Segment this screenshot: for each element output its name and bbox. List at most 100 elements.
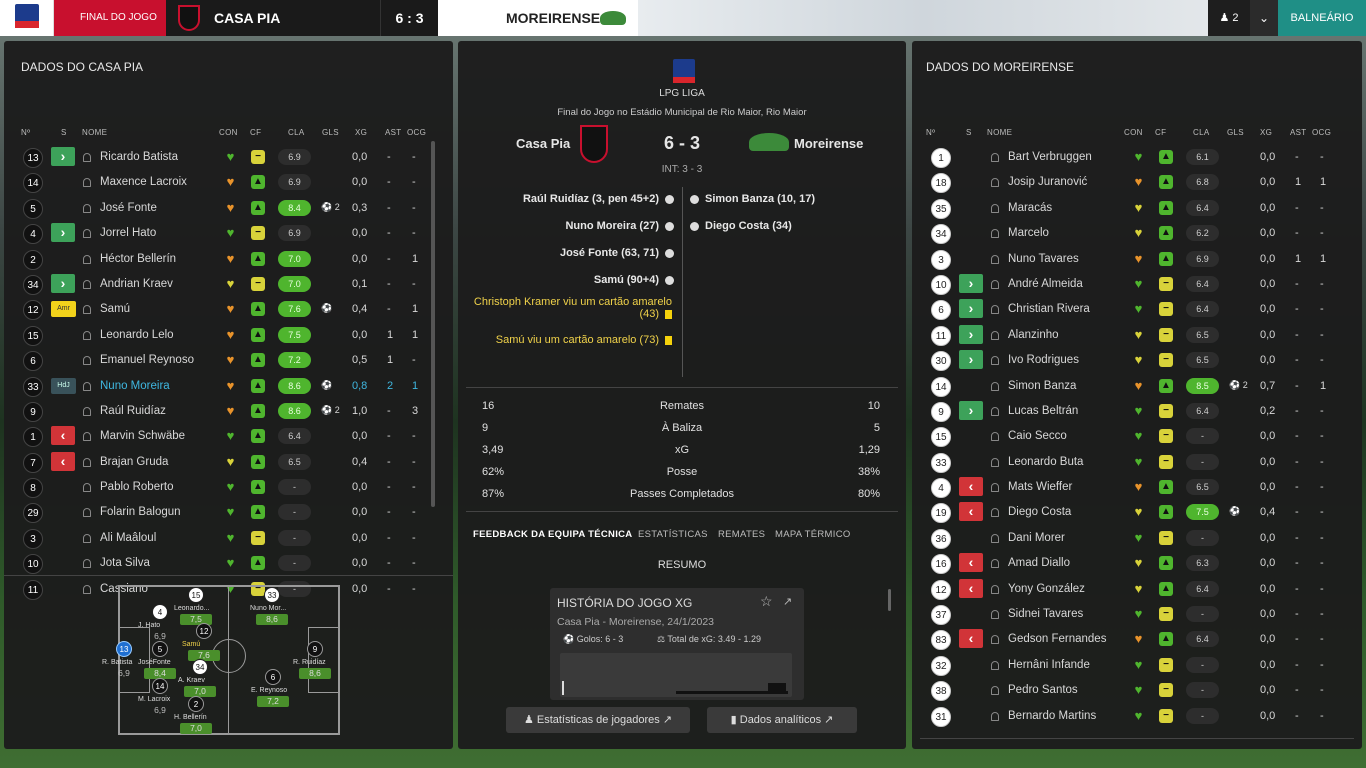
goal-scorer[interactable]: Simon Banza (10, 17) <box>705 193 815 205</box>
player-row[interactable]: 12 Amr Samú ♥ ▲ 7.6 ⚽ 0,4 - 1 <box>21 297 431 322</box>
column-header-name[interactable]: NOME <box>82 128 107 137</box>
player-row[interactable]: 31 Bernardo Martins ♥ − -0,0- - <box>929 704 1349 729</box>
player-stats-button[interactable]: ♟ Estatísticas de jogadores ↗ <box>506 707 690 733</box>
expand-icon[interactable]: ↗ <box>783 595 792 608</box>
column-header-s[interactable]: S <box>966 128 972 137</box>
player-name[interactable]: Mats Wieffer <box>1008 481 1072 493</box>
goal-scorer[interactable]: José Fonte (63, 71) <box>560 247 659 259</box>
player-name[interactable]: Marcelo <box>1008 227 1049 239</box>
player-name[interactable]: Lucas Beltrán <box>1008 405 1078 417</box>
player-row[interactable]: 4 › Jorrel Hato ♥ −6.9 0,0 - - <box>21 221 431 246</box>
balneario-button[interactable]: BALNEÁRIO <box>1278 0 1366 36</box>
formation-player-marker[interactable]: 15 <box>188 587 204 603</box>
column-header-s[interactable]: S <box>61 128 67 137</box>
player-name[interactable]: Alanzinho <box>1008 329 1059 341</box>
player-row[interactable]: 3 Nuno Tavares ♥ ▲ 6.9 0,0 1 1 <box>929 247 1349 272</box>
player-row[interactable]: 19 ‹ Diego Costa ♥ ▲ 7.5 ⚽ 0,4 - - <box>929 500 1349 525</box>
xg-story-card[interactable]: HISTÓRIA DO JOGO XG ☆ ↗ Casa Pia - Morei… <box>550 588 804 700</box>
player-name[interactable]: André Almeida <box>1008 278 1083 290</box>
player-row[interactable]: 12 ‹ Yony González ♥ ▲ 6.4 0,0 - - <box>929 577 1349 602</box>
player-row[interactable]: 4 ‹ Mats Wieffer ♥ ▲ 6.5 0,0 - - <box>929 475 1349 500</box>
column-header-gls[interactable]: GLS <box>322 128 339 137</box>
player-row[interactable]: 37 Sidnei Tavares ♥ − -0,0- - <box>929 602 1349 627</box>
player-row[interactable]: 83 ‹ Gedson Fernandes ♥ ▲ 6.4 0,0 - - <box>929 627 1349 652</box>
column-header-cf[interactable]: CF <box>250 128 261 137</box>
player-row[interactable]: 18 Josip Juranović ♥ ▲ 6.8 0,0 1 1 <box>929 170 1349 195</box>
player-row[interactable]: 34 › Andrian Kraev ♥ −7.0 0,1 - - <box>21 272 431 297</box>
player-name[interactable]: Leonardo Buta <box>1008 456 1083 468</box>
player-name[interactable]: Yony González <box>1008 583 1085 595</box>
formation-player-marker[interactable]: 9 <box>307 641 323 657</box>
home-team-name[interactable]: CASA PIA <box>166 0 380 36</box>
player-name[interactable]: José Fonte <box>100 202 157 214</box>
player-row[interactable]: 34 Marcelo ♥ ▲ 6.2 0,0 - - <box>929 221 1349 246</box>
column-header-name[interactable]: NOME <box>987 128 1012 137</box>
tab-2[interactable]: REMATES <box>718 529 765 540</box>
player-row[interactable]: 33 HdJ Nuno Moreira ♥ ▲ 8.6 ⚽ 0,8 2 1 <box>21 374 431 399</box>
away-team-name[interactable]: MOREIRENSE <box>438 0 638 36</box>
player-name[interactable]: Emanuel Reynoso <box>100 354 194 366</box>
formation-player-marker[interactable]: 2 <box>188 696 204 712</box>
column-header-no[interactable]: Nº <box>21 128 30 137</box>
formation-player-marker[interactable]: 34 <box>192 659 208 675</box>
column-header-con[interactable]: CON <box>219 128 238 137</box>
player-row[interactable]: 3 Ali Maâloul ♥ − -0,0- - <box>21 526 431 551</box>
player-name[interactable]: Brajan Gruda <box>100 456 168 468</box>
player-name[interactable]: Raúl Ruidíaz <box>100 405 166 417</box>
player-row[interactable]: 11 › Alanzinho ♥ −6.5 0,0 - - <box>929 323 1349 348</box>
scrollbar[interactable] <box>431 141 435 507</box>
player-name[interactable]: Ali Maâloul <box>100 532 156 544</box>
card-text[interactable]: Christoph Kramer viu um cartão amarelo (… <box>474 296 672 320</box>
player-name[interactable]: Amad Diallo <box>1008 557 1070 569</box>
player-name[interactable]: Marvin Schwäbe <box>100 430 185 442</box>
player-name[interactable]: Bart Verbruggen <box>1008 151 1092 163</box>
formation-player-marker[interactable]: 33 <box>264 587 280 603</box>
player-name[interactable]: Nuno Tavares <box>1008 253 1079 265</box>
player-name[interactable]: Hernâni Infande <box>1008 659 1090 671</box>
player-name[interactable]: Pablo Roberto <box>100 481 174 493</box>
column-header-ast[interactable]: AST <box>385 128 401 137</box>
column-header-cf[interactable]: CF <box>1155 128 1166 137</box>
player-row[interactable]: 15 Leonardo Lelo ♥ ▲ 7.5 0,0 1 1 <box>21 323 431 348</box>
player-name[interactable]: Héctor Bellerín <box>100 253 176 265</box>
player-name[interactable]: Nuno Moreira <box>100 380 170 392</box>
player-row[interactable]: 8 Pablo Roberto ♥ ▲ -0,0- - <box>21 475 431 500</box>
card-text[interactable]: Samú viu um cartão amarelo (73) <box>496 334 659 346</box>
goal-scorer[interactable]: Diego Costa (34) <box>705 220 792 232</box>
player-row[interactable]: 36 Dani Morer ♥ − -0,0- - <box>929 526 1349 551</box>
player-row[interactable]: 6 › Christian Rivera ♥ −6.4 0,0 - - <box>929 297 1349 322</box>
player-name[interactable]: Ricardo Batista <box>100 151 178 163</box>
player-name[interactable]: Gedson Fernandes <box>1008 633 1106 645</box>
player-name[interactable]: Caio Secco <box>1008 430 1067 442</box>
column-header-gls[interactable]: GLS <box>1227 128 1244 137</box>
player-row[interactable]: 5 José Fonte ♥ ▲ 8.4 ⚽ 2 0,3 - - <box>21 196 431 221</box>
player-row[interactable]: 32 Hernâni Infande ♥ − -0,0- - <box>929 653 1349 678</box>
column-header-ocg[interactable]: OCG <box>407 128 426 137</box>
goal-scorer[interactable]: Nuno Moreira (27) <box>565 220 659 232</box>
player-name[interactable]: Folarin Balogun <box>100 506 181 518</box>
center-away-name[interactable]: Moreirense <box>794 136 863 151</box>
formation-player-marker[interactable]: 4 <box>152 604 168 620</box>
column-header-no[interactable]: Nº <box>926 128 935 137</box>
player-row[interactable]: 9 › Lucas Beltrán ♥ −6.4 0,2 - - <box>929 399 1349 424</box>
analytics-button[interactable]: ▮ Dados analíticos ↗ <box>707 707 857 733</box>
goal-scorer[interactable]: Raúl Ruidíaz (3, pen 45+2) <box>523 193 659 205</box>
player-row[interactable]: 38 Pedro Santos ♥ − -0,0- - <box>929 678 1349 703</box>
player-row[interactable]: 16 ‹ Amad Diallo ♥ ▲ 6.3 0,0 - - <box>929 551 1349 576</box>
goal-scorer[interactable]: Samú (90+4) <box>594 274 659 286</box>
chevron-down-icon[interactable]: ⌄ <box>1250 0 1278 36</box>
player-name[interactable]: Simon Banza <box>1008 380 1076 392</box>
player-name[interactable]: Jota Silva <box>100 557 150 569</box>
column-header-con[interactable]: CON <box>1124 128 1143 137</box>
column-header-cla[interactable]: CLA <box>1193 128 1209 137</box>
player-name[interactable]: Samú <box>100 303 130 315</box>
tab-0[interactable]: FEEDBACK DA EQUIPA TÉCNICA <box>473 529 632 540</box>
player-row[interactable]: 35 Maracás ♥ ▲ 6.4 0,0 - - <box>929 196 1349 221</box>
users-button[interactable]: ♟ 2 <box>1208 0 1250 36</box>
player-name[interactable]: Leonardo Lelo <box>100 329 174 341</box>
player-name[interactable]: Josip Juranović <box>1008 176 1087 188</box>
star-icon[interactable]: ☆ <box>760 593 773 610</box>
player-name[interactable]: Christian Rivera <box>1008 303 1090 315</box>
tab-1[interactable]: ESTATÍSTICAS <box>638 529 708 540</box>
formation-player-marker[interactable]: 6 <box>265 669 281 685</box>
